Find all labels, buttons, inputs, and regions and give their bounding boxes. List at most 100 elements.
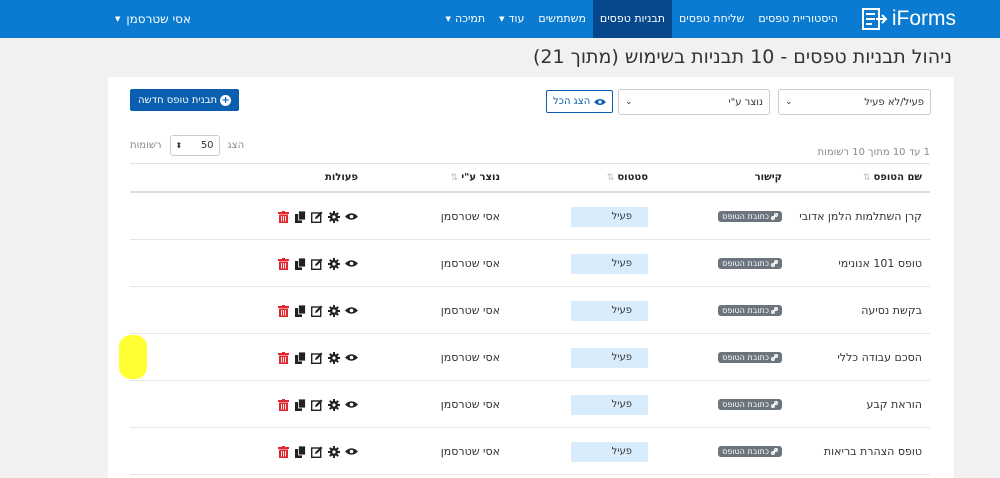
form-link-button[interactable]: כתובת הטופס xyxy=(718,258,782,269)
header-status[interactable]: סטטוס ⇅ xyxy=(607,164,648,192)
nav-support-label: תמיכה xyxy=(454,12,486,25)
user-name: אסי שטרסמן xyxy=(126,12,191,26)
form-icon xyxy=(861,8,888,30)
edit-icon[interactable] xyxy=(310,257,324,271)
form-link-cell: כתובת הטופס xyxy=(718,428,782,475)
page-size-select[interactable]: ⬍ 50 xyxy=(169,135,220,156)
records-info: 1 עד 10 מתוך 10 רשומות xyxy=(817,147,930,158)
edit-highlight-mark xyxy=(119,335,147,379)
eye-icon[interactable] xyxy=(344,398,358,412)
actions-cell xyxy=(276,334,358,381)
page-size-control: רשומות ⬍ 50 הצג xyxy=(130,135,244,156)
gear-icon[interactable] xyxy=(327,210,341,224)
creator-cell: אסי שטרסמן xyxy=(441,428,500,475)
edit-icon[interactable] xyxy=(310,210,324,224)
header-status-label: סטטוס xyxy=(617,172,648,183)
nav-templates[interactable]: תבניות טפסים xyxy=(592,0,672,38)
actions-cell xyxy=(276,381,358,428)
eye-icon[interactable] xyxy=(344,351,358,365)
nav-support[interactable]: תמיכה ▼ xyxy=(439,0,493,38)
copy-icon[interactable] xyxy=(293,304,307,318)
status-cell: פעיל xyxy=(571,240,648,287)
form-name: קרן השתלמות הלמן אדובי xyxy=(799,193,922,240)
creator-text: אסי שטרסמן xyxy=(440,351,500,364)
edit-icon[interactable] xyxy=(310,445,324,459)
show-all-button[interactable]: הצג הכל xyxy=(546,90,614,113)
gear-icon[interactable] xyxy=(327,351,341,365)
eye-icon[interactable] xyxy=(344,304,358,318)
form-link-label: כתובת הטופס xyxy=(722,400,769,409)
creator-text: אסי שטרסמן xyxy=(440,445,500,458)
nav-history[interactable]: היסטוריית טפסים xyxy=(751,0,845,38)
eye-icon[interactable] xyxy=(344,445,358,459)
gear-icon[interactable] xyxy=(327,445,341,459)
delete-icon[interactable] xyxy=(276,398,290,412)
caret-down-icon: ▼ xyxy=(115,15,121,23)
nav-menu: היסטוריית טפסים שליחת טפסים תבניות טפסים… xyxy=(439,0,845,38)
link-icon xyxy=(771,401,778,408)
form-link-button[interactable]: כתובת הטופס xyxy=(718,211,782,222)
top-navbar: ▼ אסי שטרסמן היסטוריית טפסים שליחת טפסים… xyxy=(0,0,1000,38)
form-name: טופס הצהרת בריאות xyxy=(824,428,922,475)
edit-icon[interactable] xyxy=(310,304,324,318)
form-link-label: כתובת הטופס xyxy=(722,306,769,315)
gear-icon[interactable] xyxy=(327,398,341,412)
status-badge: פעיל xyxy=(571,206,648,227)
form-link-button[interactable]: כתובת הטופס xyxy=(718,352,782,363)
user-menu[interactable]: ▼ אסי שטרסמן xyxy=(115,0,191,38)
creator-cell: אסי שטרסמן xyxy=(441,334,500,381)
nav-templates-label: תבניות טפסים xyxy=(599,12,665,25)
delete-icon[interactable] xyxy=(276,210,290,224)
caret-down-icon: ▼ xyxy=(445,15,451,23)
creator-cell: אסי שטרסמן xyxy=(441,193,500,240)
header-creator[interactable]: נוצר ע"י ⇅ xyxy=(451,164,500,192)
copy-icon[interactable] xyxy=(293,398,307,412)
status-filter-select[interactable]: פעיל/לא פעיל ⌄ xyxy=(778,89,931,115)
delete-icon[interactable] xyxy=(276,257,290,271)
form-name: טופס 101 אנונימי xyxy=(838,240,922,287)
delete-icon[interactable] xyxy=(276,304,290,318)
creator-text: אסי שטרסמן xyxy=(440,210,500,223)
form-name-text: הוראת קבע xyxy=(866,398,922,411)
sort-icon: ⇅ xyxy=(862,173,871,183)
form-link-button[interactable]: כתובת הטופס xyxy=(718,446,782,457)
form-link-cell: כתובת הטופס xyxy=(718,240,782,287)
nav-send-forms[interactable]: שליחת טפסים xyxy=(672,0,751,38)
header-name-label: שם הטופס xyxy=(873,172,923,183)
copy-icon[interactable] xyxy=(293,445,307,459)
table-row: בקשת נסיעה כתובת הטופס פעיל אסי שטרסמן xyxy=(130,287,930,334)
header-creator-label: נוצר ע"י xyxy=(461,172,500,183)
gear-icon[interactable] xyxy=(327,304,341,318)
nav-send-forms-label: שליחת טפסים xyxy=(679,12,745,25)
table-row: טופס הצהרת בריאות כתובת הטופס פעיל אסי ש… xyxy=(130,428,930,475)
page-size-value: 50 xyxy=(200,140,214,151)
header-name[interactable]: שם הטופס ⇅ xyxy=(863,164,922,192)
brand-logo[interactable]: iForms xyxy=(861,4,956,34)
table-row: הוראת קבע כתובת הטופס פעיל אסי שטרסמן xyxy=(130,381,930,428)
caret-down-icon: ▼ xyxy=(499,15,505,23)
status-text: פעיל xyxy=(611,399,632,410)
creator-filter-select[interactable]: נוצר ע"י ⌄ xyxy=(618,89,770,115)
copy-icon[interactable] xyxy=(293,351,307,365)
nav-users[interactable]: משתמשים xyxy=(531,0,593,38)
new-template-button[interactable]: + תבנית טופס חדשה xyxy=(130,89,240,111)
new-template-label: תבנית טופס חדשה xyxy=(138,94,218,106)
actions-cell xyxy=(276,240,358,287)
form-link-button[interactable]: כתובת הטופס xyxy=(718,399,782,410)
edit-icon[interactable] xyxy=(310,351,324,365)
gear-icon[interactable] xyxy=(327,257,341,271)
copy-icon[interactable] xyxy=(293,210,307,224)
eye-icon[interactable] xyxy=(344,210,358,224)
delete-icon[interactable] xyxy=(276,445,290,459)
records-label: רשומות xyxy=(130,140,162,151)
creator-text: אסי שטרסמן xyxy=(440,257,500,270)
nav-more[interactable]: עוד ▼ xyxy=(492,0,531,38)
eye-icon[interactable] xyxy=(344,257,358,271)
form-link-button[interactable]: כתובת הטופס xyxy=(718,305,782,316)
plus-circle-icon: + xyxy=(220,94,232,106)
delete-icon[interactable] xyxy=(276,351,290,365)
copy-icon[interactable] xyxy=(293,257,307,271)
form-link-cell: כתובת הטופס xyxy=(718,381,782,428)
sort-updown-icon: ⬍ xyxy=(175,141,183,150)
edit-icon[interactable] xyxy=(310,398,324,412)
